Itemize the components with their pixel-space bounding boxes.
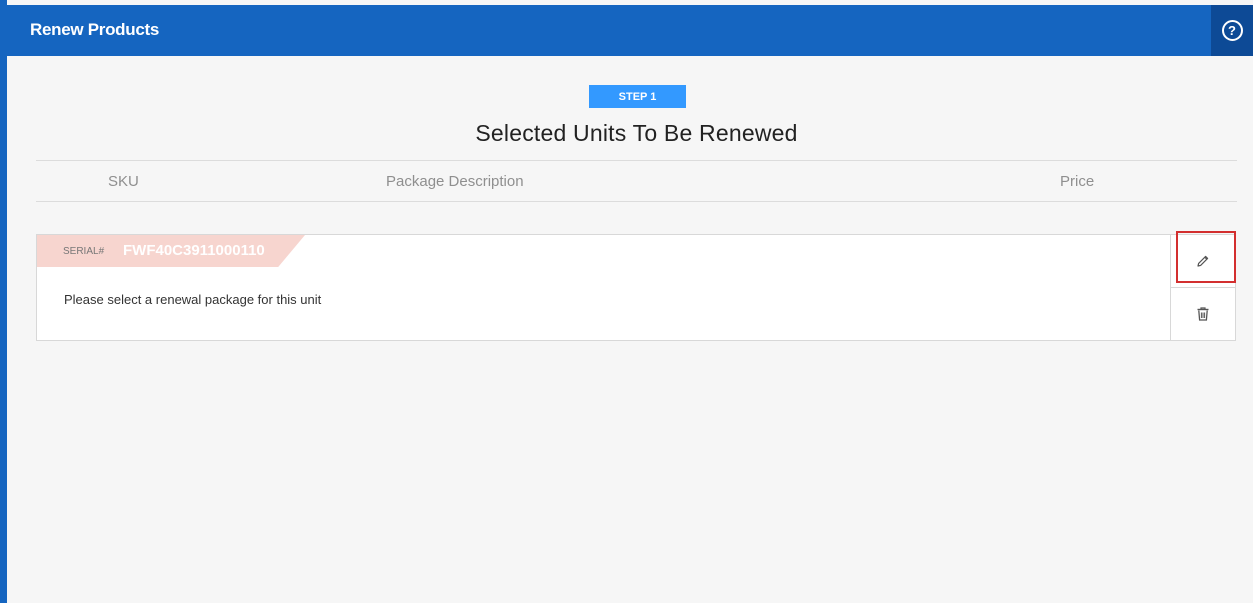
column-header-package-description: Package Description <box>386 173 524 190</box>
unit-message: Please select a renewal package for this… <box>64 292 322 307</box>
column-header-sku: SKU <box>108 173 139 190</box>
column-header-price: Price <box>1060 173 1095 190</box>
table-header: SKU Package Description Price <box>36 160 1237 202</box>
left-accent-border <box>0 0 7 603</box>
unit-card: SERIAL# FWF40C3911000110 Please select a… <box>36 234 1236 341</box>
help-icon: ? <box>1221 20 1243 41</box>
serial-tab: SERIAL# FWF40C3911000110 <box>37 235 305 267</box>
page-header-title: Renew Products <box>30 20 159 39</box>
section-title: Selected Units To Be Renewed <box>475 120 798 146</box>
serial-number: FWF40C3911000110 <box>123 242 265 259</box>
page-header: Renew Products ? <box>7 5 1253 56</box>
help-button[interactable]: ? <box>1211 5 1253 56</box>
step-badge: STEP 1 <box>589 85 686 108</box>
delete-button[interactable] <box>1171 288 1235 340</box>
edit-button-highlight <box>1176 231 1236 283</box>
trash-icon <box>1197 307 1209 321</box>
serial-label: SERIAL# <box>63 246 105 257</box>
